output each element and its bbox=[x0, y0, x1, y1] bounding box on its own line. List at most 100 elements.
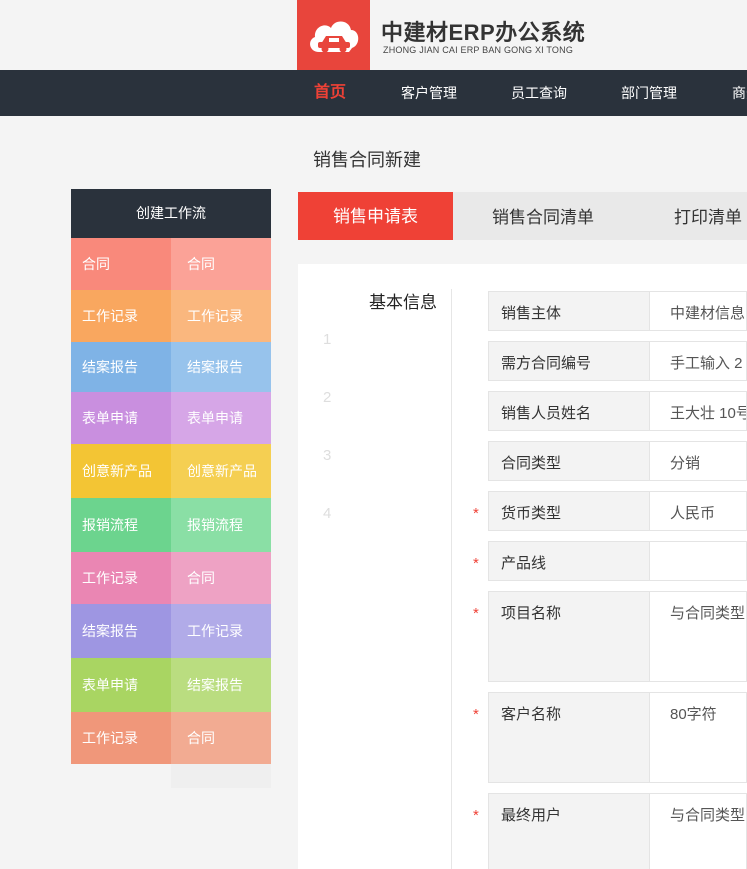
workflow-item[interactable]: 结案报告 bbox=[171, 342, 271, 392]
form-row: 销售主体 中建材信息 bbox=[488, 291, 747, 331]
workflow-item[interactable]: 表单申请 bbox=[71, 658, 171, 712]
workflow-row: 合同 合同 bbox=[71, 238, 271, 290]
field-value: 人民币 bbox=[670, 505, 716, 522]
workflow-row: 工作记录 合同 bbox=[71, 712, 271, 764]
field-value: 分销 bbox=[670, 455, 701, 472]
tab-bar: 销售申请表 销售合同清单 打印清单 bbox=[298, 192, 747, 240]
nav-item-business[interactable]: 商务 bbox=[732, 70, 747, 116]
workflow-item[interactable]: 合同 bbox=[171, 238, 271, 290]
divider bbox=[451, 289, 452, 869]
workflow-item[interactable]: 创意新产品 bbox=[71, 444, 171, 498]
required-asterisk: * bbox=[473, 605, 479, 622]
field-label: 项目名称 bbox=[501, 605, 562, 622]
workflow-item[interactable]: 合同 bbox=[171, 712, 271, 764]
workflow-item[interactable]: 报销流程 bbox=[71, 498, 171, 552]
form-row: 货币类型 人民币 bbox=[488, 491, 747, 531]
field-input[interactable]: 手工输入 2 bbox=[650, 341, 747, 381]
step-number: 2 bbox=[323, 389, 332, 406]
field-input[interactable]: 分销 bbox=[650, 441, 747, 481]
workflow-header: 创建工作流 bbox=[71, 189, 271, 238]
field-label-cell: 项目名称 bbox=[488, 591, 650, 682]
workflow-item[interactable]: 合同 bbox=[171, 552, 271, 604]
workflow-item[interactable]: 结案报告 bbox=[71, 604, 171, 658]
field-label: 销售人员姓名 bbox=[501, 405, 592, 422]
form-row: 产品线 bbox=[488, 541, 747, 581]
field-label-cell: 销售主体 bbox=[488, 291, 650, 331]
workflow-item[interactable]: 表单申请 bbox=[171, 392, 271, 444]
field-input[interactable] bbox=[650, 541, 747, 581]
brand-title: 中建材ERP办公系统 bbox=[381, 20, 586, 45]
workflow-row: 工作记录 合同 bbox=[71, 552, 271, 604]
field-label: 最终用户 bbox=[501, 807, 562, 824]
page-title: 销售合同新建 bbox=[313, 150, 421, 170]
required-asterisk: * bbox=[473, 555, 479, 572]
workflow-row: 结案报告 工作记录 bbox=[71, 604, 271, 658]
field-value: 中建材信息 bbox=[670, 305, 746, 322]
form-row: 销售人员姓名 王大壮 10号 bbox=[488, 391, 747, 431]
workflow-item[interactable]: 工作记录 bbox=[71, 552, 171, 604]
workflow-row: 工作记录 工作记录 bbox=[71, 290, 271, 342]
field-label-cell: 最终用户 bbox=[488, 793, 650, 869]
workflow-item[interactable]: 工作记录 bbox=[171, 604, 271, 658]
step-number: 1 bbox=[323, 331, 332, 348]
field-input[interactable]: 人民币 bbox=[650, 491, 747, 531]
field-label-cell: 客户名称 bbox=[488, 692, 650, 783]
section-title: 基本信息 bbox=[369, 293, 437, 312]
required-asterisk: * bbox=[473, 505, 479, 522]
workflow-item[interactable]: 创意新产品 bbox=[171, 444, 271, 498]
nav-item-home[interactable]: 首页 bbox=[314, 70, 346, 116]
workflow-row: 表单申请 结案报告 bbox=[71, 658, 271, 712]
form-row: 客户名称 80字符 bbox=[488, 692, 747, 783]
nav-item-departments[interactable]: 部门管理 bbox=[621, 70, 677, 116]
main-nav: 首页 客户管理 员工查询 部门管理 商务 bbox=[0, 70, 747, 116]
field-input[interactable]: 王大壮 10号 bbox=[650, 391, 747, 431]
form-row: 合同类型 分销 bbox=[488, 441, 747, 481]
field-value: 王大壮 10号 bbox=[670, 405, 747, 422]
workflow-row: 创意新产品 创意新产品 bbox=[71, 444, 271, 498]
tab-sales-contract-list[interactable]: 销售合同清单 bbox=[468, 192, 618, 240]
workflow-panel: 创建工作流 合同 合同 工作记录 工作记录 结案报告 结案报告 表单申请 表单申请 创意新产品创… bbox=[71, 189, 271, 788]
tab-sales-application[interactable]: 销售申请表 bbox=[298, 192, 453, 240]
tab-print-list[interactable]: 打印清单 bbox=[633, 192, 747, 240]
field-value: 80字符 bbox=[670, 706, 717, 723]
field-label-cell: 销售人员姓名 bbox=[488, 391, 650, 431]
required-asterisk: * bbox=[473, 706, 479, 723]
field-input[interactable]: 80字符 bbox=[650, 692, 747, 783]
cloud-car-icon bbox=[310, 21, 359, 53]
step-number: 3 bbox=[323, 447, 332, 464]
logo[interactable] bbox=[297, 0, 370, 70]
field-label-cell: 需方合同编号 bbox=[488, 341, 650, 381]
workflow-item[interactable]: 结案报告 bbox=[171, 658, 271, 712]
field-input[interactable]: 与合同类型 bbox=[650, 591, 747, 682]
field-input[interactable]: 与合同类型 bbox=[650, 793, 747, 869]
field-input[interactable]: 中建材信息 bbox=[650, 291, 747, 331]
workflow-item[interactable]: 表单申请 bbox=[71, 392, 171, 444]
field-label: 货币类型 bbox=[501, 505, 562, 522]
nav-item-employees[interactable]: 员工查询 bbox=[511, 70, 567, 116]
workflow-grid: 合同 合同 工作记录 工作记录 结案报告 结案报告 表单申请 表单申请 创意新产品 创意新产品 报销… bbox=[71, 238, 271, 764]
workflow-item[interactable]: 工作记录 bbox=[171, 290, 271, 342]
workflow-item[interactable]: 合同 bbox=[71, 238, 171, 290]
form-row: 项目名称 与合同类型 bbox=[488, 591, 747, 682]
field-label-cell: 合同类型 bbox=[488, 441, 650, 481]
workflow-item[interactable]: 结案报告 bbox=[71, 342, 171, 392]
workflow-item[interactable]: 工作记录 bbox=[71, 712, 171, 764]
field-label: 销售主体 bbox=[501, 305, 562, 322]
field-label: 产品线 bbox=[501, 555, 547, 572]
workflow-item[interactable]: 工作记录 bbox=[71, 290, 171, 342]
field-value: 与合同类型 bbox=[670, 807, 746, 824]
field-label-cell: 货币类型 bbox=[488, 491, 650, 531]
form-card: 基本信息 1 2 3 4 销售主体 中建材信息需方合同编号 手工输入 2 销售人员姓名… bbox=[298, 264, 747, 869]
field-label: 客户名称 bbox=[501, 706, 562, 723]
field-label: 需方合同编号 bbox=[501, 355, 592, 372]
workflow-row: 报销流程 报销流程 bbox=[71, 498, 271, 552]
nav-item-customers[interactable]: 客户管理 bbox=[401, 70, 457, 116]
form-row: 最终用户 与合同类型 bbox=[488, 793, 747, 869]
field-label: 合同类型 bbox=[501, 455, 562, 472]
workflow-footer bbox=[171, 764, 271, 788]
required-asterisk: * bbox=[473, 807, 479, 824]
workflow-item[interactable]: 报销流程 bbox=[171, 498, 271, 552]
top-header: 中建材ERP办公系统 ZHONG JIAN CAI ERP BAN GONG X… bbox=[0, 0, 747, 70]
brand-subtitle: ZHONG JIAN CAI ERP BAN GONG XI TONG bbox=[383, 45, 574, 55]
step-number: 4 bbox=[323, 505, 332, 522]
